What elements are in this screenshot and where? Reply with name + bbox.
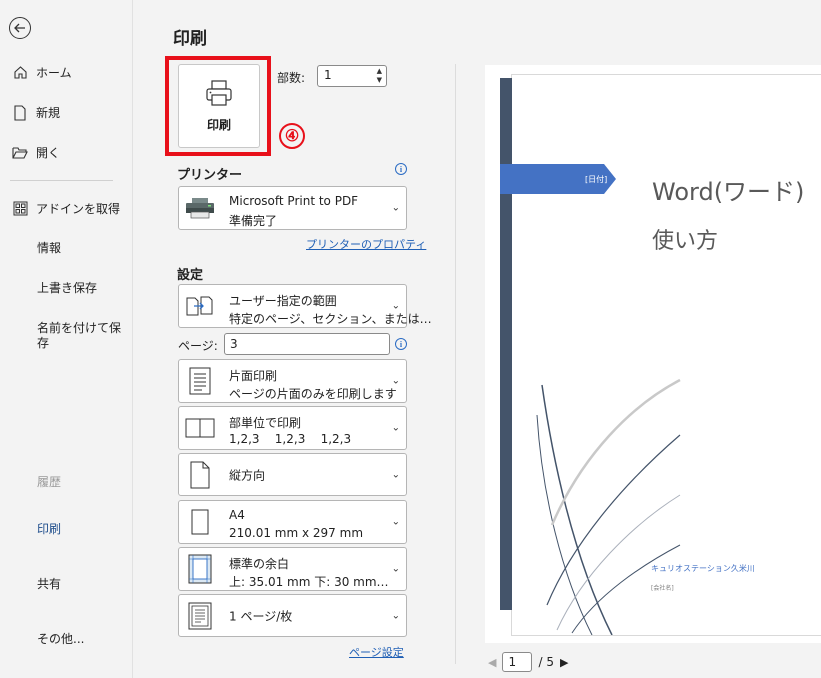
page-frame xyxy=(511,74,821,636)
paper-size-select[interactable]: A4 210.01 mm x 297 mm ⌄ xyxy=(178,500,407,544)
pages-input[interactable]: 3 xyxy=(224,333,390,355)
copies-label: 部数: xyxy=(277,71,306,85)
margins-select[interactable]: 標準の余白 上: 35.01 mm 下: 30 mm… ⌄ xyxy=(178,547,407,591)
printer-properties-link[interactable]: プリンターのプロパティ xyxy=(306,236,426,252)
document-title: Word(ワード) xyxy=(652,178,805,206)
sides-title: 片面印刷 xyxy=(229,369,278,383)
pages-per-sheet-value: 1 ページ/枚 xyxy=(229,609,293,623)
company-name: キュリオステーション久米川 xyxy=(651,564,755,573)
home-icon xyxy=(12,65,28,81)
one-sided-page-icon xyxy=(185,366,215,396)
print-button[interactable]: 印刷 xyxy=(178,64,260,148)
chevron-down-icon: ⌄ xyxy=(391,422,400,434)
printer-info-icon[interactable]: i xyxy=(395,163,407,175)
spin-arrows-icon[interactable]: ▲ ▼ xyxy=(377,67,382,85)
printer-heading: プリンター xyxy=(177,168,243,183)
nav-more[interactable]: その他... xyxy=(37,632,84,647)
collate-select[interactable]: 部単位で印刷 1,2,3 1,2,3 1,2,3 ⌄ xyxy=(178,406,407,450)
company-placeholder: [会社名] xyxy=(651,585,674,592)
back-arrow-icon[interactable] xyxy=(9,17,31,39)
sidebar-bar xyxy=(500,78,512,610)
current-page-input[interactable]: 1 xyxy=(502,652,533,672)
nav-home-label: ホーム xyxy=(36,66,72,80)
document-subtitle: 使い方 xyxy=(652,229,719,254)
nav-open-label: 開く xyxy=(36,146,61,160)
date-placeholder: [日付] xyxy=(585,175,608,184)
orientation-select[interactable]: 縦方向 ⌄ xyxy=(178,453,407,496)
margins-title: 標準の余白 xyxy=(229,557,290,571)
printer-name: Microsoft Print to PDF xyxy=(229,194,359,208)
nav-save-as[interactable]: 名前を付けて保存 xyxy=(37,321,122,351)
copies-stepper[interactable]: 1 ▲ ▼ xyxy=(317,65,387,87)
chevron-down-icon: ⌄ xyxy=(391,563,400,575)
nav-print[interactable]: 印刷 xyxy=(37,522,61,537)
chevron-down-icon: ⌄ xyxy=(391,469,400,480)
chevron-down-icon: ⌄ xyxy=(391,610,400,621)
chevron-down-icon: ⌄ xyxy=(391,516,400,528)
range-title: ユーザー指定の範囲 xyxy=(229,294,337,308)
custom-range-icon xyxy=(185,291,215,321)
margins-icon xyxy=(185,554,215,584)
new-document-icon xyxy=(12,104,28,121)
range-desc: 特定のページ、セクション、または… xyxy=(229,312,432,326)
sides-select[interactable]: 片面印刷 ページの片面のみを印刷します ⌄ xyxy=(178,359,407,403)
nav-new-label: 新規 xyxy=(36,106,61,120)
folder-open-icon xyxy=(12,145,28,161)
backstage-nav: ホーム 新規 開く アドインを取得 情報 上書き保存 名前を付けて保存 履歴 印… xyxy=(0,0,133,678)
pages-label: ページ: xyxy=(178,339,218,353)
orientation-value: 縦方向 xyxy=(229,468,266,482)
pages-info-icon[interactable]: i xyxy=(395,338,407,350)
print-settings-panel: 印刷 印刷 ④ 部数: 1 ▲ ▼ プリンター i Microsoft Prin… xyxy=(133,0,455,678)
portrait-page-icon xyxy=(185,460,215,490)
margins-desc: 上: 35.01 mm 下: 30 mm… xyxy=(229,575,389,589)
sides-desc: ページの片面のみを印刷します xyxy=(229,387,397,401)
print-range-select[interactable]: ユーザー指定の範囲 特定のページ、セクション、または… ⌄ xyxy=(178,284,432,328)
step-marker: ④ xyxy=(279,123,305,149)
page-setup-link[interactable]: ページ設定 xyxy=(349,644,404,660)
addins-grid-icon xyxy=(12,201,28,217)
paper-size-icon xyxy=(185,507,215,537)
pages-per-sheet-select[interactable]: 1 ページ/枚 ⌄ xyxy=(178,594,407,637)
nav-divider xyxy=(10,180,113,181)
document-preview: [日付] Word(ワード) 使い方 キュリオステーション久米川 [会社名] xyxy=(485,65,821,643)
chevron-down-icon: ⌄ xyxy=(391,375,400,387)
printer-select[interactable]: Microsoft Print to PDF 準備完了 ⌄ xyxy=(178,186,407,230)
nav-save[interactable]: 上書き保存 xyxy=(37,281,97,296)
chevron-down-icon: ⌄ xyxy=(391,202,400,214)
collate-icon xyxy=(185,413,215,443)
collate-desc: 1,2,3 1,2,3 1,2,3 xyxy=(229,432,352,446)
pages-per-sheet-icon xyxy=(185,601,215,631)
page-navigator: ◀ 1 / 5 ▶ xyxy=(488,652,568,672)
nav-info[interactable]: 情報 xyxy=(37,241,61,256)
collate-title: 部単位で印刷 xyxy=(229,416,302,430)
nav-addins-label: アドインを取得 xyxy=(36,202,121,216)
nav-history[interactable]: 履歴 xyxy=(37,475,61,490)
print-button-label: 印刷 xyxy=(206,118,231,132)
decorative-swoosh xyxy=(536,378,681,635)
nav-new[interactable]: 新規 xyxy=(12,104,60,121)
printer-device-icon xyxy=(185,193,215,223)
previous-page-icon[interactable]: ◀ xyxy=(488,656,496,669)
page-title: 印刷 xyxy=(173,29,207,49)
settings-heading: 設定 xyxy=(177,268,204,283)
total-pages: / 5 xyxy=(538,655,554,669)
nav-home[interactable]: ホーム xyxy=(12,64,72,81)
chevron-down-icon: ⌄ xyxy=(391,300,400,312)
paper-desc: 210.01 mm x 297 mm xyxy=(229,526,364,540)
copies-value: 1 xyxy=(324,68,332,82)
nav-addins[interactable]: アドインを取得 xyxy=(12,200,120,217)
next-page-icon[interactable]: ▶ xyxy=(560,656,568,669)
nav-share[interactable]: 共有 xyxy=(37,577,61,592)
paper-title: A4 xyxy=(229,508,245,522)
nav-open[interactable]: 開く xyxy=(12,144,60,161)
printer-status: 準備完了 xyxy=(229,214,278,228)
printer-icon xyxy=(204,79,234,110)
